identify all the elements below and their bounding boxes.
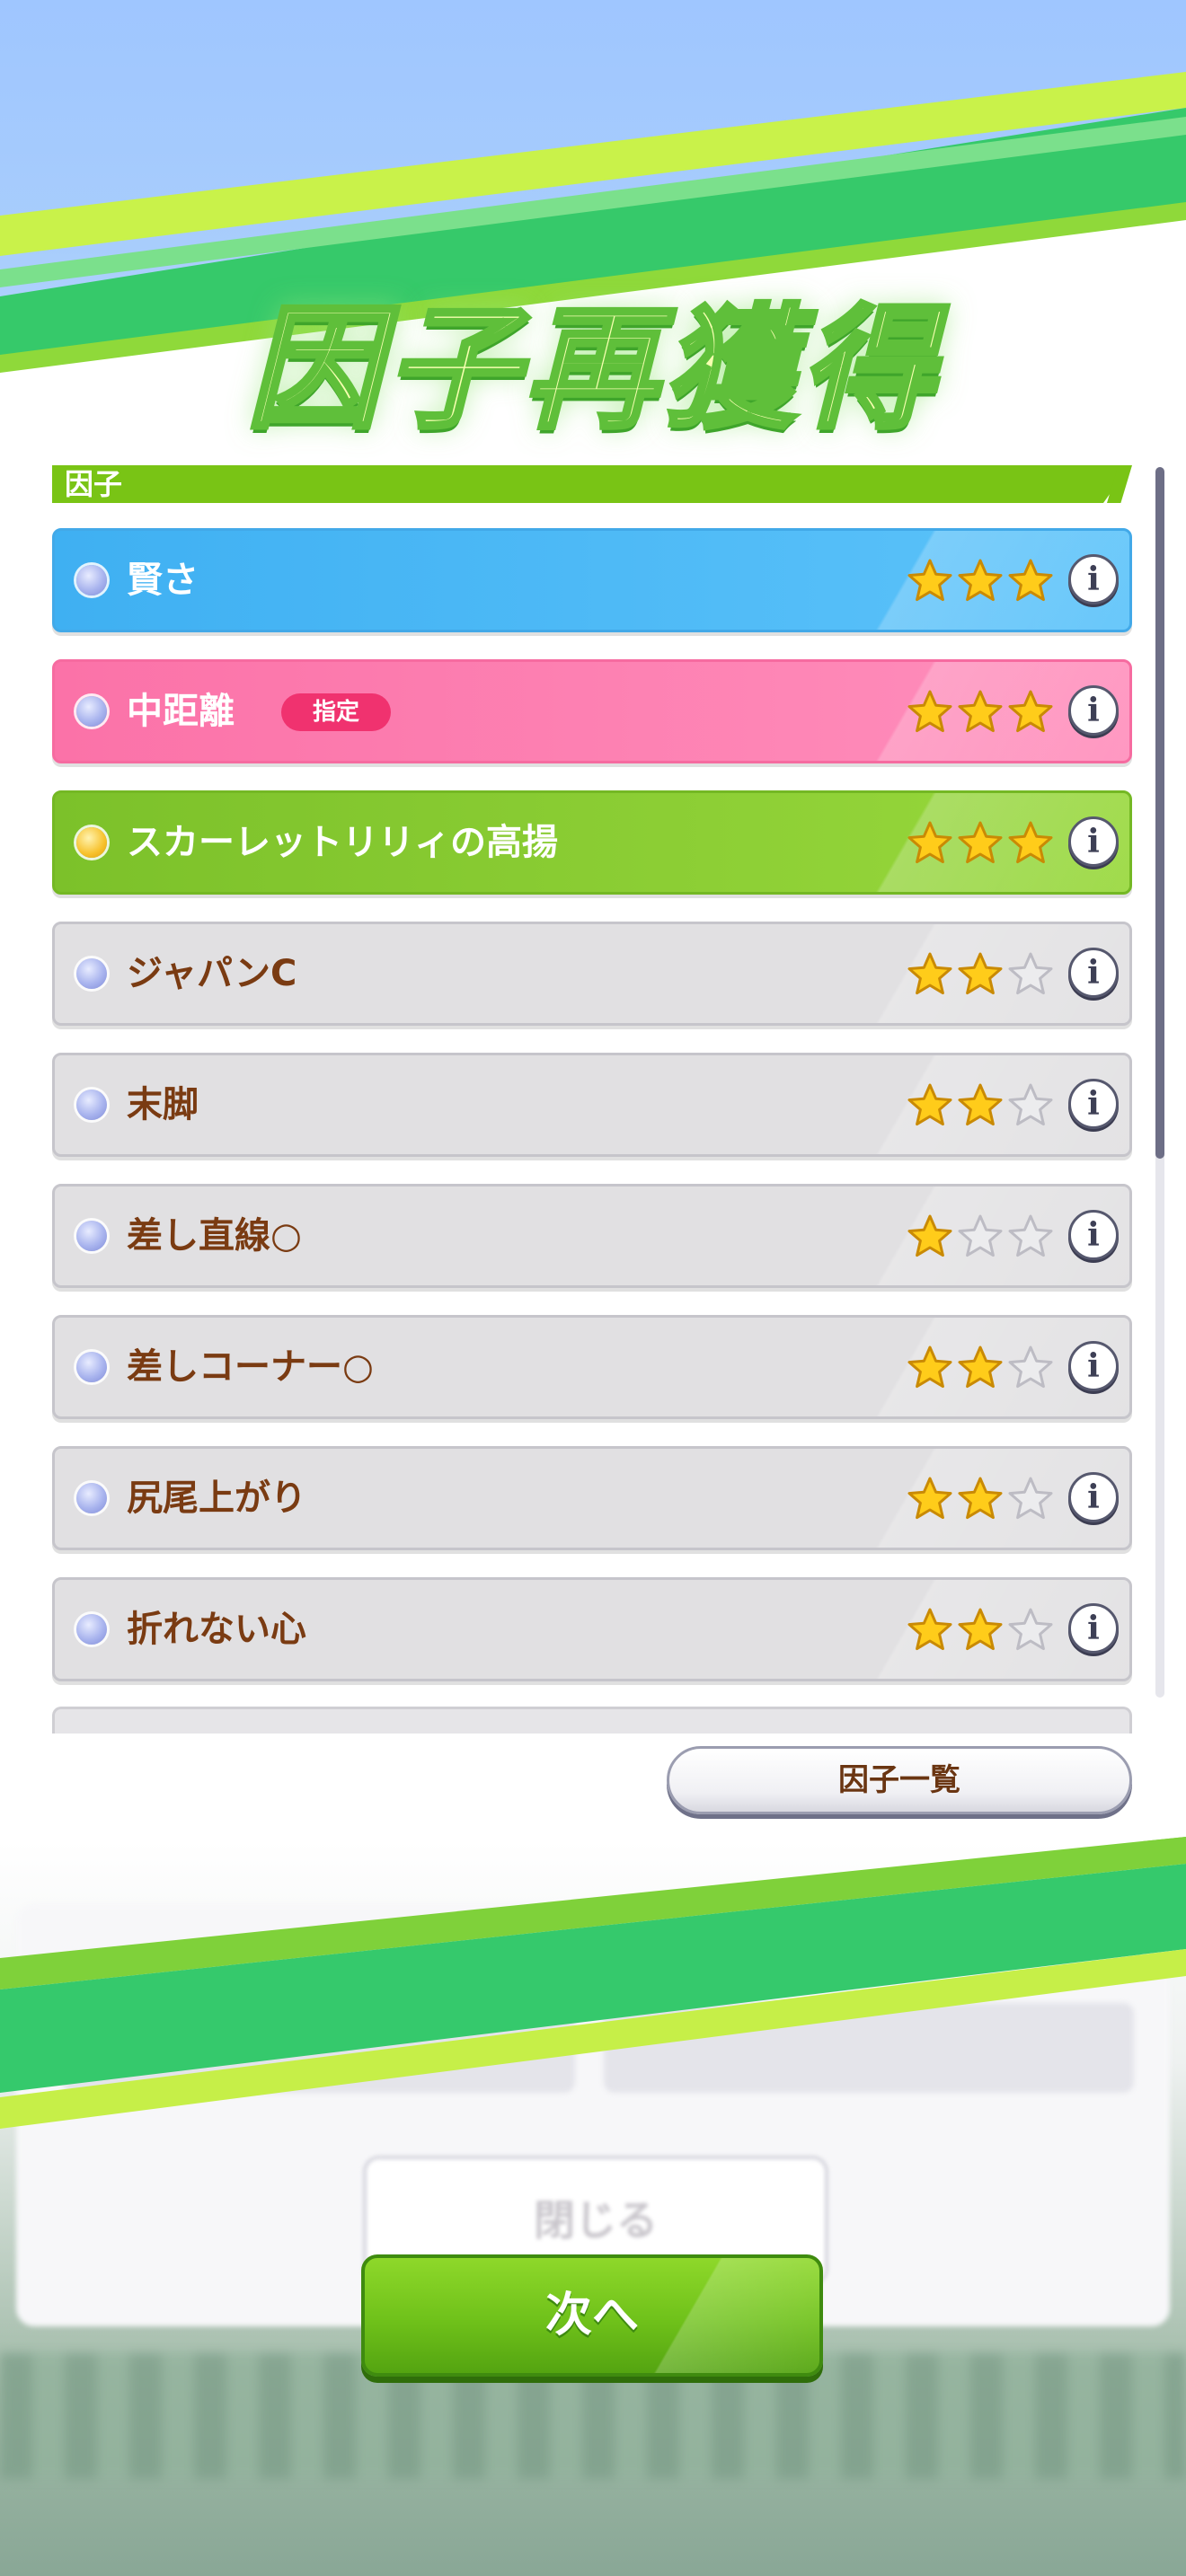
next-button[interactable]: 次へ (361, 2254, 823, 2377)
bottom-stripes (0, 1837, 1186, 2129)
next-button-label: 次へ (544, 2289, 639, 2342)
